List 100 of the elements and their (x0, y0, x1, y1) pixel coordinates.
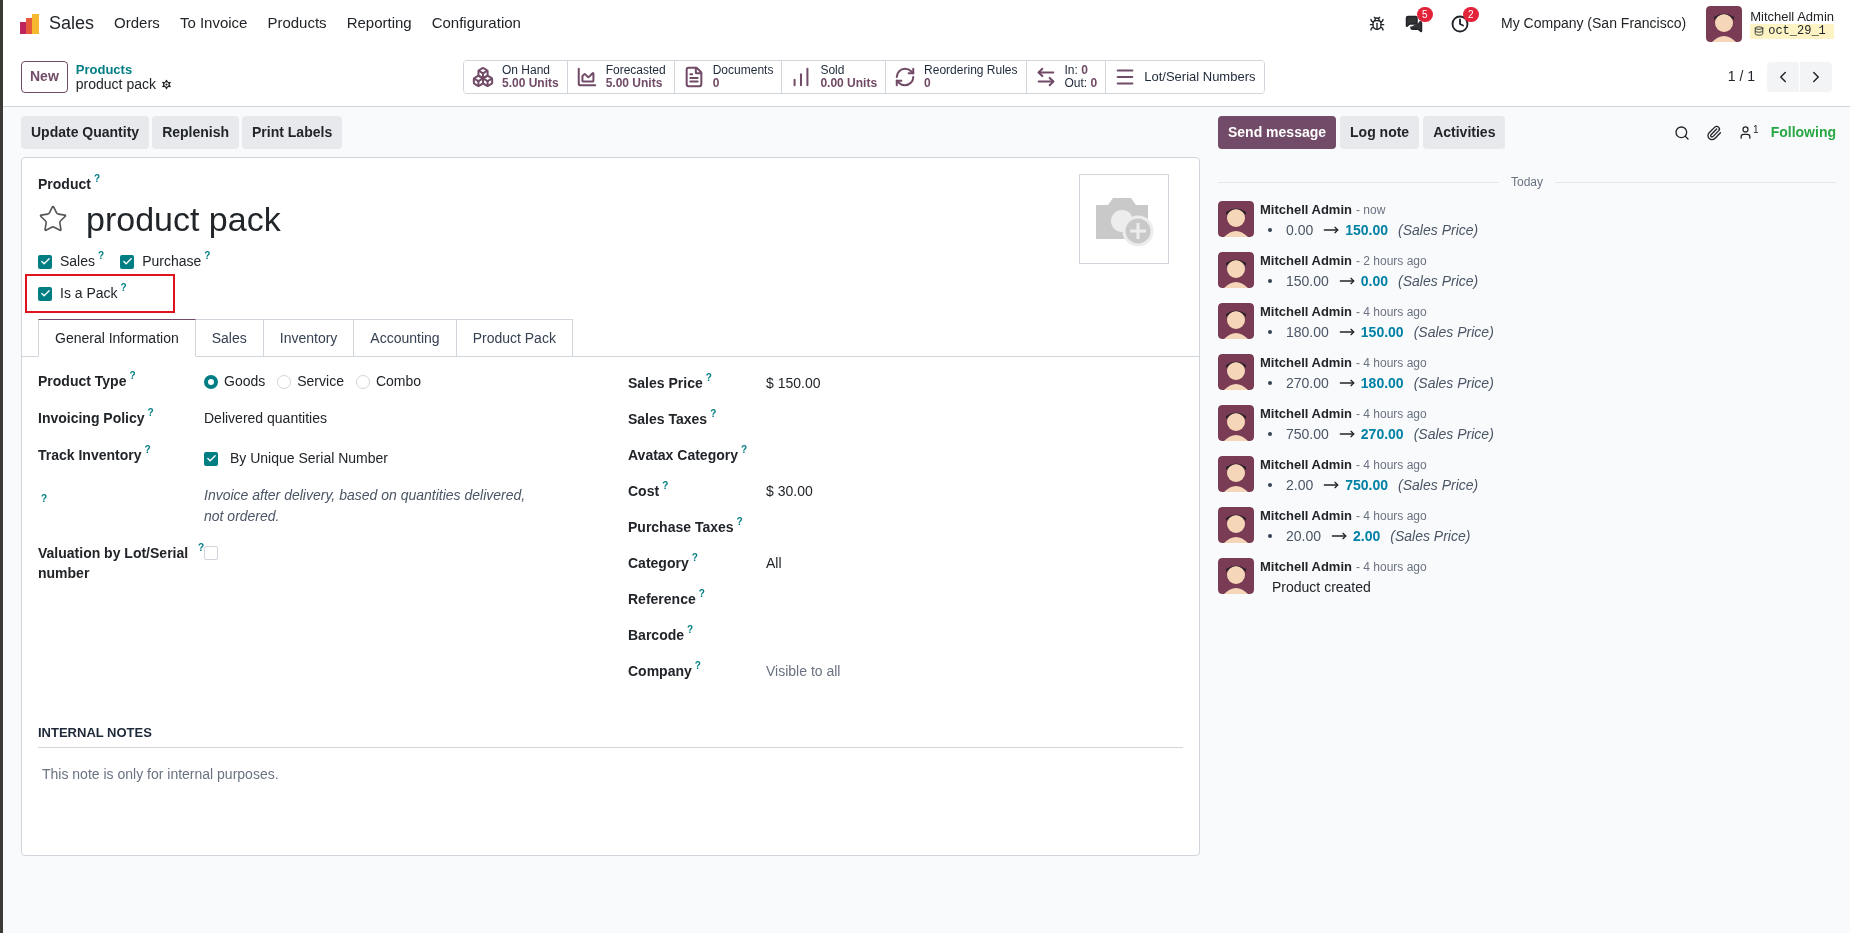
message-time: - 2 hours ago (1355, 253, 1427, 270)
message-author: Mitchell Admin (1260, 456, 1352, 474)
help-mark[interactable]: ? (98, 251, 105, 261)
menu-item[interactable]: Reporting (346, 12, 412, 35)
action-button[interactable]: Print Labels (242, 116, 343, 149)
avatar (1218, 354, 1254, 390)
changed-field: (Sales Price) (1413, 323, 1494, 341)
bullet-icon (1268, 432, 1272, 436)
tab[interactable]: General Information (38, 319, 196, 357)
action-button[interactable]: Replenish (152, 116, 240, 149)
help-mark[interactable]: ? (741, 444, 748, 455)
field-value: $ 30.00 (766, 481, 813, 501)
help-mark[interactable]: ? (705, 372, 712, 383)
message-author: Mitchell Admin (1260, 303, 1352, 321)
paperclip-icon[interactable] (1706, 124, 1723, 141)
menu-item[interactable]: To Invoice (179, 12, 248, 35)
breadcrumb-link[interactable]: Products (75, 61, 173, 77)
option-label: Is a Pack (60, 284, 118, 303)
settings-icon[interactable] (159, 77, 173, 91)
help-mark[interactable]: ? (687, 624, 694, 635)
tab[interactable]: Inventory (263, 319, 355, 357)
help-mark[interactable]: ? (736, 516, 743, 527)
checkbox[interactable] (38, 254, 52, 269)
avatar (1218, 507, 1254, 543)
old-value: 150.00 (1286, 272, 1329, 290)
chatter-button[interactable]: Activities (1423, 116, 1506, 149)
checkbox[interactable] (204, 451, 218, 466)
favorite-star-icon[interactable] (38, 204, 68, 234)
field-label: Barcode (628, 625, 685, 645)
stat-label: Documents (712, 63, 774, 77)
message-time: - 4 hours ago (1355, 304, 1427, 321)
tab[interactable]: Accounting (354, 319, 457, 357)
field-label: Category (628, 553, 689, 573)
help-mark[interactable]: ? (204, 251, 211, 261)
menu-item[interactable]: Products (267, 12, 327, 35)
field-label: Cost (628, 481, 660, 501)
radio-label: Combo (375, 372, 422, 391)
app-logo[interactable] (19, 12, 41, 35)
field-label: Valuation by Lot/Serial number (38, 544, 190, 583)
help-mark[interactable]: ? (120, 283, 127, 293)
help-mark[interactable]: ? (710, 408, 717, 419)
stat-value: 0 (924, 76, 931, 90)
action-button[interactable]: Update Quantity (21, 116, 150, 149)
radio-button[interactable] (204, 374, 218, 389)
stat-line: In: 0 (1064, 63, 1089, 77)
chatter-button[interactable]: Log note (1340, 116, 1420, 149)
old-value: 2.00 (1286, 476, 1314, 494)
tab[interactable]: Sales (195, 319, 264, 357)
new-button[interactable]: New (21, 60, 68, 93)
field-label: Company (628, 661, 692, 681)
stat-button[interactable]: Lot/Serial Numbers (1105, 60, 1264, 93)
message-author: Mitchell Admin (1260, 354, 1352, 372)
field-label: Invoicing Policy (38, 409, 145, 428)
bug-icon[interactable] (1369, 15, 1385, 32)
stat-value: 5.00 Units (605, 76, 664, 90)
field-value: Visible to all (766, 661, 841, 681)
checkbox[interactable] (204, 546, 218, 560)
tab[interactable]: Product Pack (456, 319, 573, 357)
avatar (1706, 5, 1743, 42)
help-mark[interactable]: ? (144, 445, 151, 455)
search-icon[interactable] (1674, 124, 1691, 141)
bullet-icon (1268, 228, 1272, 232)
old-value: 750.00 (1286, 425, 1329, 443)
field-note: Invoice after delivery, based on quantities delivered, not ordered. (204, 486, 527, 526)
menu-item[interactable]: Orders (114, 12, 160, 35)
help-mark[interactable]: ? (662, 480, 669, 491)
message-author: Mitchell Admin (1260, 558, 1352, 576)
help-mark[interactable]: ? (147, 408, 154, 418)
field-label: Sales Taxes (628, 409, 708, 429)
old-value: 180.00 (1286, 323, 1329, 341)
checkbox[interactable] (38, 286, 52, 301)
checkbox[interactable] (120, 254, 135, 269)
chatter-button[interactable]: Send message (1218, 116, 1337, 149)
menu-item[interactable]: Configuration (431, 12, 521, 35)
chat-icon[interactable] (1405, 14, 1423, 33)
pager-value[interactable]: 1 / 1 (1727, 66, 1755, 87)
user-name[interactable]: Mitchell Admin (1750, 8, 1834, 24)
help-mark[interactable]: ? (698, 588, 705, 599)
field-label: Sales Price (628, 373, 703, 393)
company-switcher[interactable]: My Company (San Francisco) (1501, 13, 1687, 34)
new-value: 180.00 (1360, 374, 1404, 392)
date-separator: Today (1511, 174, 1543, 191)
help-mark[interactable]: ? (41, 494, 48, 504)
stat-label: On Hand (501, 63, 551, 77)
help-mark[interactable]: ? (197, 543, 204, 553)
avatar (1218, 558, 1254, 594)
followers-icon[interactable] (1738, 125, 1754, 140)
help-mark[interactable]: ? (129, 371, 136, 381)
section-title: INTERNAL NOTES (38, 723, 1183, 748)
field-label: Reference (628, 589, 696, 609)
help-mark[interactable]: ? (93, 174, 100, 184)
help-mark[interactable]: ? (691, 552, 698, 563)
field-label: Product Type (38, 372, 127, 391)
app-name[interactable]: Sales (49, 10, 95, 37)
followers-count: 1 (1753, 125, 1759, 135)
notes-field[interactable]: This note is only for internal purposes. (38, 763, 1183, 785)
database-icon (1754, 26, 1765, 36)
bullet-icon (1268, 330, 1272, 334)
clock-icon[interactable] (1451, 14, 1469, 33)
help-mark[interactable]: ? (694, 660, 701, 671)
